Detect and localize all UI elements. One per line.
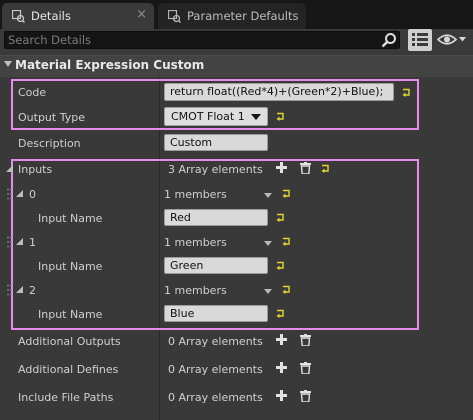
parameter-icon bbox=[168, 9, 181, 23]
view-options-button[interactable] bbox=[408, 29, 432, 51]
input-name-label: Input Name bbox=[38, 260, 103, 273]
output-type-value: CMOT Float 1 bbox=[171, 110, 245, 123]
reset-to-default-icon[interactable] bbox=[276, 112, 285, 121]
inputs-label: Inputs bbox=[18, 163, 53, 176]
search-placeholder: Search Details bbox=[8, 33, 92, 47]
members-count: 1 members bbox=[164, 284, 227, 297]
code-label: Code bbox=[18, 86, 47, 99]
trash-icon[interactable] bbox=[300, 362, 311, 374]
expand-arrow-icon[interactable] bbox=[16, 190, 23, 197]
include-file-paths-label: Include File Paths bbox=[18, 391, 114, 404]
input-name-field[interactable]: Green bbox=[164, 257, 268, 274]
details-icon bbox=[12, 9, 25, 23]
plus-icon[interactable] bbox=[276, 162, 287, 173]
tab-details-label: Details bbox=[31, 9, 71, 23]
search-icon[interactable] bbox=[381, 32, 397, 48]
array-element-index: 2 bbox=[29, 284, 36, 297]
additional-outputs-count: 0 Array elements bbox=[168, 335, 263, 348]
additional-defines-count: 0 Array elements bbox=[168, 363, 263, 376]
input-name-label: Input Name bbox=[38, 212, 103, 225]
close-tab-button[interactable]: × bbox=[136, 7, 147, 22]
plus-icon[interactable] bbox=[276, 334, 287, 345]
view-options-icon bbox=[412, 33, 428, 46]
input-name-field[interactable]: Red bbox=[164, 209, 268, 226]
tab-details[interactable]: Details × bbox=[2, 3, 154, 29]
code-field[interactable]: return float((Red*4)+(Green*2)+Blue); bbox=[164, 83, 394, 101]
members-count: 1 members bbox=[164, 236, 227, 249]
category-title: Material Expression Custom bbox=[15, 58, 205, 72]
output-type-label: Output Type bbox=[18, 111, 85, 124]
reset-to-default-icon[interactable] bbox=[276, 309, 285, 318]
dropdown-arrow-icon[interactable] bbox=[264, 193, 272, 198]
plus-icon[interactable] bbox=[276, 390, 287, 401]
expand-arrow-icon[interactable] bbox=[6, 165, 13, 172]
plus-icon[interactable] bbox=[276, 362, 287, 373]
reset-to-default-icon[interactable] bbox=[282, 237, 291, 246]
drag-handle-icon[interactable] bbox=[7, 188, 12, 200]
array-element-index: 1 bbox=[29, 236, 36, 249]
trash-icon[interactable] bbox=[300, 334, 311, 346]
expand-arrow-icon[interactable] bbox=[16, 238, 23, 245]
dropdown-arrow-icon bbox=[251, 114, 261, 120]
reset-to-default-icon[interactable] bbox=[276, 213, 285, 222]
reset-to-default-icon[interactable] bbox=[276, 261, 285, 270]
include-file-paths-count: 0 Array elements bbox=[168, 391, 263, 404]
array-element-index: 0 bbox=[29, 188, 36, 201]
eye-visibility-icon[interactable] bbox=[437, 31, 467, 48]
inputs-count: 3 Array elements bbox=[168, 163, 263, 176]
dropdown-arrow-icon[interactable] bbox=[264, 241, 272, 246]
additional-defines-label: Additional Defines bbox=[18, 363, 119, 376]
reset-to-default-icon[interactable] bbox=[321, 164, 330, 173]
members-count: 1 members bbox=[164, 188, 227, 201]
reset-to-default-icon[interactable] bbox=[402, 88, 411, 97]
input-name-label: Input Name bbox=[38, 308, 103, 321]
description-field[interactable]: Custom bbox=[164, 134, 268, 151]
trash-icon[interactable] bbox=[300, 162, 311, 174]
expand-arrow-icon[interactable] bbox=[16, 286, 23, 293]
output-type-dropdown[interactable]: CMOT Float 1 bbox=[164, 107, 268, 126]
trash-icon[interactable] bbox=[300, 390, 311, 402]
reset-to-default-icon[interactable] bbox=[282, 189, 291, 198]
description-label: Description bbox=[18, 137, 81, 150]
collapse-arrow-icon[interactable] bbox=[4, 61, 12, 67]
tab-parameter-defaults-label: Parameter Defaults bbox=[187, 9, 299, 23]
drag-handle-icon[interactable] bbox=[7, 284, 12, 296]
input-name-field[interactable]: Blue bbox=[164, 305, 268, 322]
reset-to-default-icon[interactable] bbox=[282, 285, 291, 294]
drag-handle-icon[interactable] bbox=[7, 236, 12, 248]
tab-parameter-defaults[interactable]: Parameter Defaults bbox=[158, 3, 306, 29]
dropdown-arrow-icon[interactable] bbox=[264, 289, 272, 294]
additional-outputs-label: Additional Outputs bbox=[18, 335, 121, 348]
